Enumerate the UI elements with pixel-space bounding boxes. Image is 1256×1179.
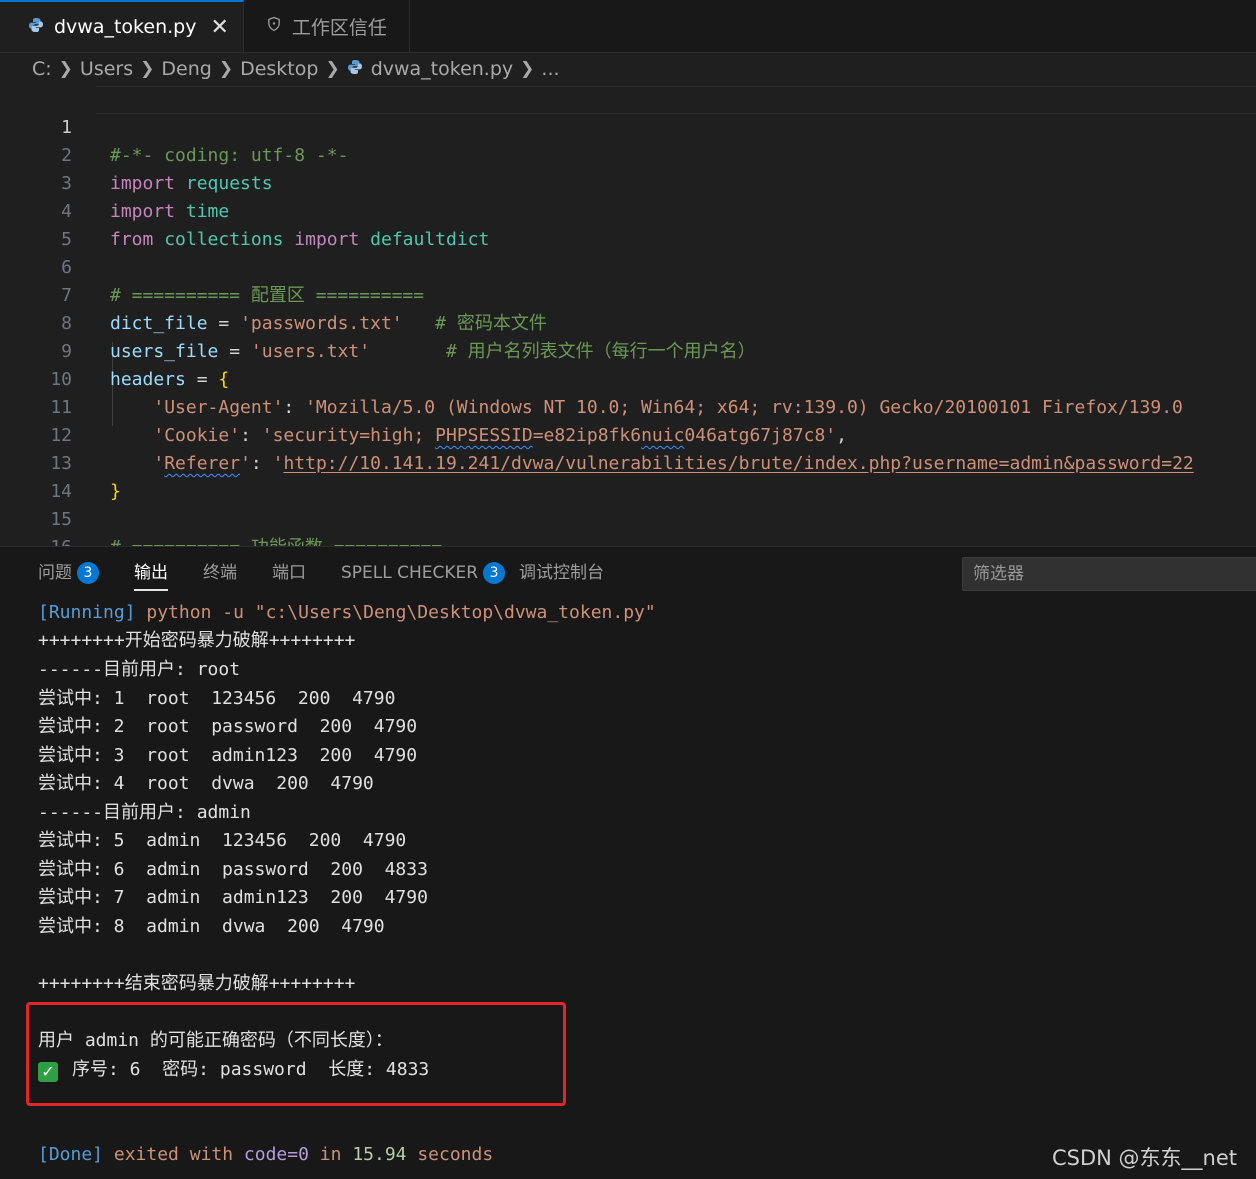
code-editor[interactable]: 1 #-*- coding: utf-8 -*- 2 import reques… (0, 86, 1256, 546)
result-text: 序号: 6 密码: password 长度: 4833 (72, 1059, 430, 1080)
code-line[interactable]: 2 import requests (0, 114, 1256, 194)
done-text: exited with (103, 1144, 244, 1165)
code-line[interactable]: 16 def get_http(u_name, p_word): (0, 506, 1256, 546)
output-line: ------目前用户: root (38, 659, 241, 680)
chevron-right-icon: ❯ (520, 59, 535, 79)
count-badge: 3 (77, 562, 99, 584)
close-icon[interactable]: ✕ (210, 15, 228, 40)
elapsed-seconds: 15.94 (352, 1144, 407, 1165)
code-line[interactable]: 15 # ========== 功能函数 ========== (0, 478, 1256, 546)
output-line: 尝试中: 1 root 123456 200 4790 (38, 688, 396, 709)
code-line[interactable]: 6 # ========== 配置区 ========== (0, 226, 1256, 306)
line-number: 16 (0, 534, 72, 546)
tab-label: 端口 (272, 563, 306, 583)
bottom-panel: 问题 3 输出 终端 端口 SPELL CHECKER 3 调试控制台 筛选器 … (0, 546, 1256, 1179)
tab-label: 问题 (38, 563, 72, 583)
panel-tab-bar: 问题 3 输出 终端 端口 SPELL CHECKER 3 调试控制台 筛选器 (0, 547, 1256, 599)
output-line: ++++++++结束密码暴力破解++++++++ (38, 973, 356, 994)
breadcrumb-file[interactable]: dvwa_token.py (371, 58, 513, 80)
breadcrumb-symbol[interactable]: ... (541, 58, 559, 80)
done-text: seconds (406, 1144, 494, 1165)
tab-output[interactable]: 输出 (134, 547, 168, 599)
tab-debug-console[interactable]: 调试控制台 (519, 547, 604, 599)
output-line: 尝试中: 6 admin password 200 4833 (38, 859, 428, 880)
tab-label: 终端 (203, 563, 237, 583)
check-icon: ✓ (38, 1062, 58, 1082)
tab-label: dvwa_token.py (54, 16, 197, 38)
tab-label: SPELL CHECKER (341, 563, 479, 583)
python-file-icon (28, 16, 44, 38)
breadcrumb-desktop[interactable]: Desktop (240, 58, 318, 80)
code-line[interactable]: 11 'Cookie': 'security=high; PHPSESSID=e… (0, 366, 1256, 446)
output-line: ++++++++开始密码暴力破解++++++++ (38, 630, 356, 651)
count-badge: 3 (483, 562, 506, 584)
comment: # ========== 功能函数 ========== (110, 537, 442, 546)
output-line: 尝试中: 7 admin admin123 200 4790 (38, 887, 428, 908)
code-line[interactable]: 14 (0, 450, 1256, 502)
result-title: 用户 admin 的可能正确密码（不同长度）： (38, 1030, 393, 1051)
output-line: 尝试中: 5 admin 123456 200 4790 (38, 830, 407, 851)
python-file-icon (347, 58, 363, 80)
code-line[interactable]: 4 from collections import defaultdict (0, 170, 1256, 250)
tab-ports[interactable]: 端口 (272, 547, 306, 599)
watermark: CSDN @东东__net (1052, 1146, 1238, 1170)
chevron-right-icon: ❯ (140, 59, 155, 79)
code-line[interactable]: 5 (0, 198, 1256, 250)
breadcrumb-users[interactable]: Users (80, 58, 133, 80)
exit-code: code=0 (243, 1144, 309, 1165)
tab-problems[interactable]: 问题 3 (38, 547, 99, 599)
output-line: 尝试中: 8 admin dvwa 200 4790 (38, 916, 385, 937)
chevron-right-icon: ❯ (58, 59, 73, 79)
shield-icon (266, 15, 282, 37)
done-text: in (308, 1144, 353, 1165)
code-line[interactable]: 9 headers = { (0, 310, 1256, 390)
chevron-right-icon: ❯ (218, 59, 234, 79)
code-line[interactable]: 1 #-*- coding: utf-8 -*- (0, 86, 1256, 166)
editor-tab-bar: dvwa_token.py ✕ 工作区信任 (0, 0, 1256, 53)
code-line[interactable]: 12 'Referer': 'http://10.141.19.241/dvwa… (0, 394, 1256, 474)
tab-label: 工作区信任 (291, 16, 387, 39)
code-line[interactable]: 13 } (0, 422, 1256, 502)
tab-spell-checker[interactable]: SPELL CHECKER 3 (341, 547, 506, 599)
running-tag: [Running] (38, 602, 136, 623)
breadcrumb-deng[interactable]: Deng (161, 58, 211, 80)
tab-terminal[interactable]: 终端 (203, 547, 237, 599)
code-line[interactable]: 7 dict_file = 'passwords.txt' # 密码本文件 (0, 254, 1256, 334)
breadcrumb-drive[interactable]: C: (32, 58, 52, 80)
tab-label: 输出 (134, 563, 168, 583)
tab-dvwa-token[interactable]: dvwa_token.py ✕ (0, 0, 244, 52)
output-line: 尝试中: 4 root dvwa 200 4790 (38, 773, 374, 794)
tab-label: 调试控制台 (519, 563, 604, 583)
code-line[interactable]: 3 import time (0, 142, 1256, 222)
code-line[interactable]: 8 users_file = 'users.txt' # 用户名列表文件（每行一… (0, 282, 1256, 362)
filter-input[interactable]: 筛选器 (962, 557, 1256, 591)
output-line: ------目前用户: admin (38, 802, 251, 823)
result-line: ✓ 序号: 6 密码: password 长度: 4833 (38, 1056, 429, 1084)
output-line: 尝试中: 2 root password 200 4790 (38, 716, 418, 737)
tab-workspace-trust[interactable]: 工作区信任 (244, 0, 410, 52)
done-tag: [Done] (38, 1144, 104, 1165)
output-line: [Running] python -u "c:\Users\Deng\Deskt… (38, 599, 656, 627)
done-line: [Done] exited with code=0 in 15.94 secon… (38, 1141, 493, 1169)
command-text: python -u "c:\Users\Deng\Desktop\dvwa_to… (135, 602, 656, 623)
output-line: 尝试中: 3 root admin123 200 4790 (38, 745, 418, 766)
code-line[interactable]: 10 'User-Agent': 'Mozilla/5.0 (Windows N… (0, 338, 1256, 418)
breadcrumb: C: ❯ Users ❯ Deng ❯ Desktop ❯ dvwa_token… (0, 52, 1256, 86)
chevron-right-icon: ❯ (325, 59, 340, 79)
